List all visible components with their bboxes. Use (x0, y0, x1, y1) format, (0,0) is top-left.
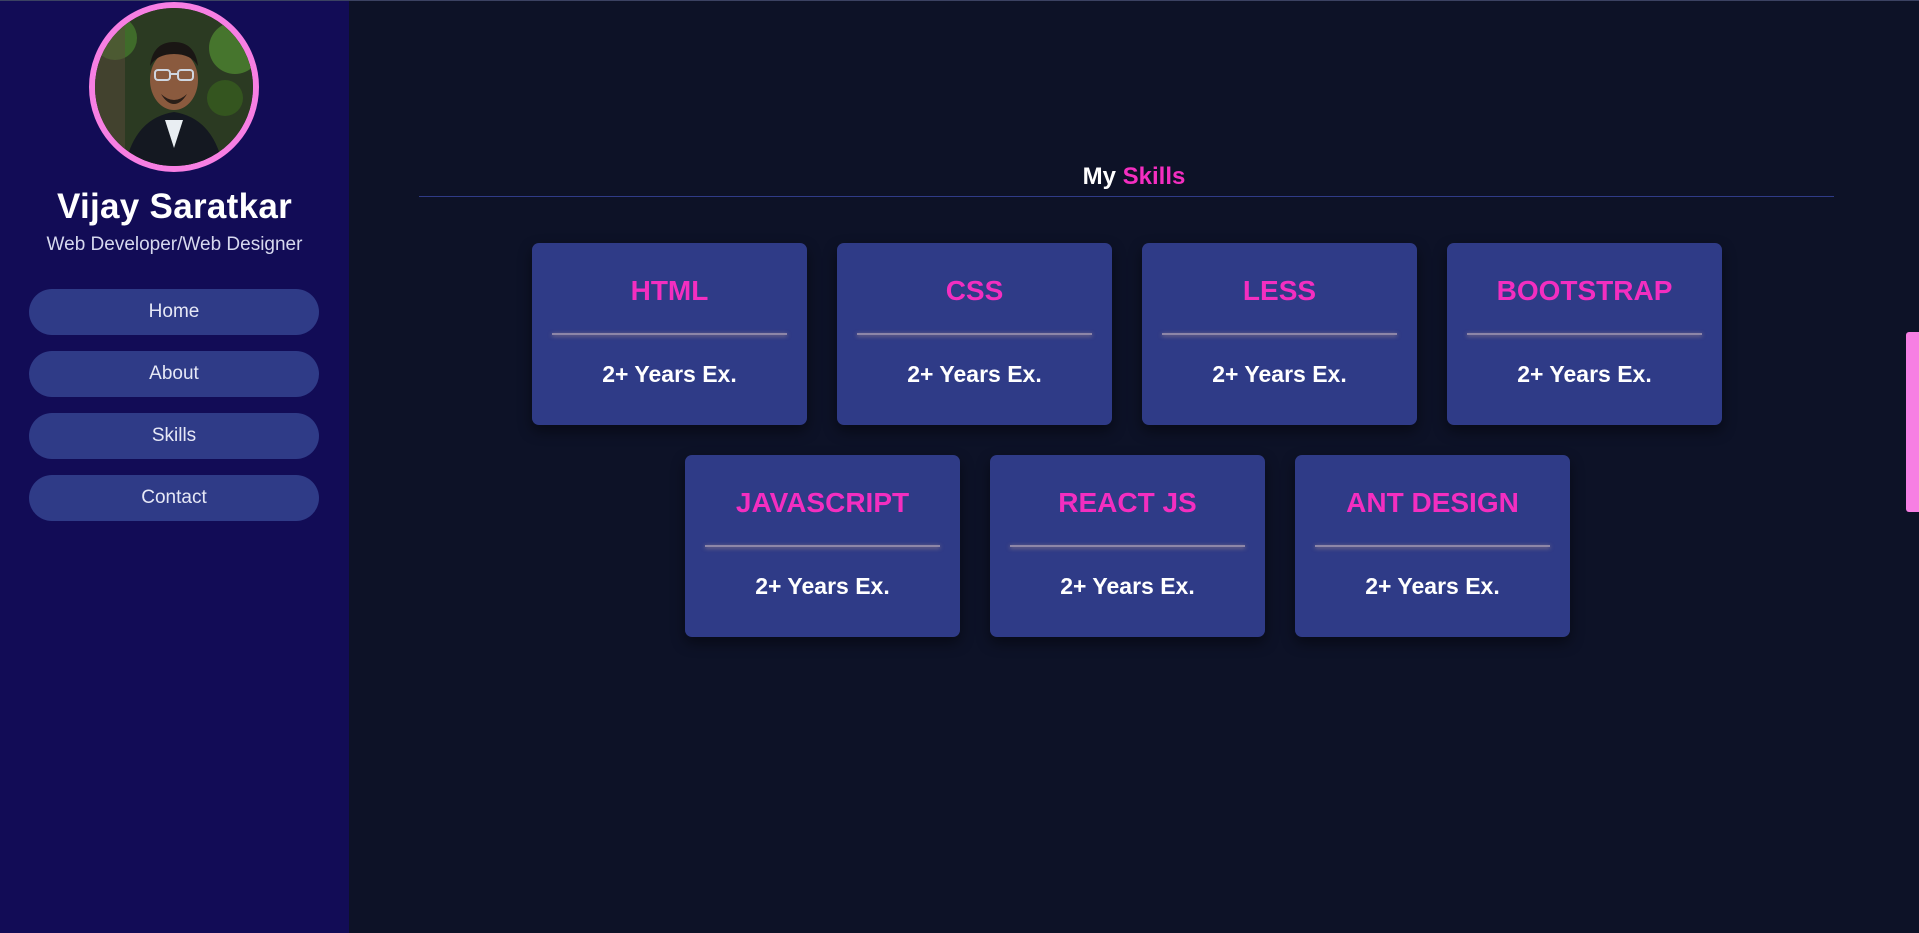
card-divider (552, 333, 787, 335)
card-divider (1315, 545, 1550, 547)
avatar (89, 2, 259, 172)
nav-item-about[interactable]: About (29, 351, 319, 397)
skill-name: BOOTSTRAP (1496, 275, 1673, 306)
nav-item-skills[interactable]: Skills (29, 413, 319, 459)
skill-experience: 2+ Years Ex. (755, 573, 890, 599)
skill-name: CSS (945, 275, 1004, 306)
skill-experience: 2+ Years Ex. (1212, 361, 1347, 387)
skill-experience: 2+ Years Ex. (1517, 361, 1652, 387)
skill-experience: 2+ Years Ex. (907, 361, 1042, 387)
section-title: My Skills (349, 163, 1919, 191)
skill-card-react-js: REACT JS 2+ Years Ex. (990, 455, 1265, 637)
profile-name: Vijay Saratkar (56, 187, 293, 226)
scrollbar-thumb[interactable] (1906, 332, 1919, 512)
skill-name: LESS (1242, 275, 1317, 306)
section-title-accent: Skills (1122, 163, 1186, 190)
section-divider (419, 196, 1834, 197)
sidebar-nav: Home About Skills Contact (29, 289, 319, 537)
card-divider (1467, 333, 1702, 335)
skill-card-html: HTML 2+ Years Ex. (532, 243, 807, 425)
nav-item-contact[interactable]: Contact (29, 475, 319, 521)
skill-card-css: CSS 2+ Years Ex. (837, 243, 1112, 425)
card-divider (1010, 545, 1245, 547)
skill-experience: 2+ Years Ex. (1060, 573, 1195, 599)
skill-card-javascript: JAVASCRIPT 2+ Years Ex. (685, 455, 960, 637)
skill-name: REACT JS (1058, 487, 1197, 518)
skill-name: HTML (630, 275, 709, 306)
section-title-prefix: My (1082, 163, 1116, 190)
card-divider (705, 545, 940, 547)
skill-card-ant-design: ANT DESIGN 2+ Years Ex. (1295, 455, 1570, 637)
profile-role: Web Developer/Web Designer (46, 234, 303, 255)
skill-card-less: LESS 2+ Years Ex. (1142, 243, 1417, 425)
card-divider (1162, 333, 1397, 335)
skill-name: ANT DESIGN (1346, 487, 1519, 518)
skill-experience: 2+ Years Ex. (1365, 573, 1500, 599)
sidebar: Vijay Saratkar Web Developer/Web Designe… (0, 1, 349, 933)
portfolio-page: Vijay Saratkar Web Developer/Web Designe… (0, 0, 1919, 933)
nav-item-home[interactable]: Home (29, 289, 319, 335)
skill-card-bootstrap: BOOTSTRAP 2+ Years Ex. (1447, 243, 1722, 425)
profile-photo (95, 8, 253, 166)
skill-experience: 2+ Years Ex. (602, 361, 737, 387)
card-divider (857, 333, 1092, 335)
skill-name: JAVASCRIPT (735, 487, 910, 518)
